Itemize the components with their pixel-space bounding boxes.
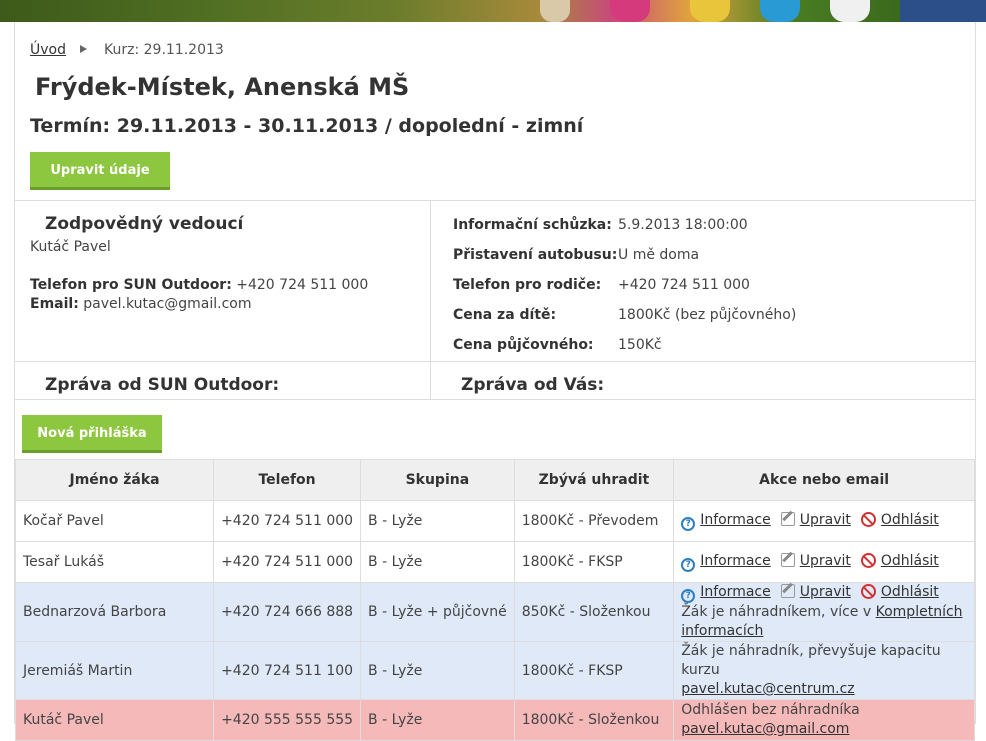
info-value: +420 724 511 000 <box>618 277 750 293</box>
info-link[interactable]: Informace <box>700 512 771 528</box>
leader-phone: +420 724 511 000 <box>236 277 369 293</box>
info-icon: ? <box>681 558 696 572</box>
student-name: Kočař Pavel <box>14 500 215 542</box>
info-icon: ? <box>681 589 696 603</box>
leader-phone-row: Telefon pro SUN Outdoor: +420 724 511 00… <box>30 277 368 293</box>
divider <box>15 200 975 201</box>
table-header-row: Jméno žáka Telefon Skupina Zbývá uhradit… <box>14 459 975 501</box>
student-due: 1800Kč - Převodem <box>513 500 675 542</box>
student-phone: +420 724 511 000 <box>213 500 362 542</box>
leader-email: pavel.kutac@gmail.com <box>83 296 252 312</box>
row-note: Odhlášen bez náhradníka <box>681 702 860 718</box>
breadcrumb-home-link[interactable]: Úvod <box>30 42 66 58</box>
row-note: Žák je náhradník, převyšuje kapacitu kur… <box>681 643 941 678</box>
cancel-icon <box>860 584 876 599</box>
breadcrumb-arrow-icon <box>80 45 87 53</box>
student-due: 1800Kč - Složenkou <box>513 699 675 741</box>
logout-link[interactable]: Odhlásit <box>881 512 939 528</box>
student-due: 1800Kč - FKSP <box>513 641 675 700</box>
student-due: 1800Kč - FKSP <box>513 541 675 583</box>
student-group: B - Lyže <box>360 699 515 741</box>
table-row: Kutáč Pavel +420 555 555 555 B - Lyže 18… <box>14 699 975 741</box>
row-actions: Žák je náhradník, převyšuje kapacitu kur… <box>673 641 975 700</box>
leader-email-label: Email: <box>30 296 79 312</box>
logout-link[interactable]: Odhlásit <box>881 553 939 569</box>
info-label: Cena půjčovného: <box>453 337 594 353</box>
message-from-sun-heading: Zpráva od SUN Outdoor: <box>45 375 280 395</box>
info-label: Informační schůzka: <box>453 217 612 233</box>
info-icon: ? <box>681 517 696 531</box>
info-value: 1800Kč (bez půjčovného) <box>618 307 797 323</box>
student-name: Tesař Lukáš <box>14 541 215 583</box>
leader-phone-label: Telefon pro SUN Outdoor: <box>30 277 232 293</box>
student-phone: +420 555 555 555 <box>213 699 362 741</box>
leader-email-row: Email: pavel.kutac@gmail.com <box>30 296 252 312</box>
info-label: Cena za dítě: <box>453 307 557 323</box>
leader-heading: Zodpovědný vedoucí <box>45 214 244 234</box>
row-note-link[interactable]: pavel.kutac@centrum.cz <box>681 681 854 697</box>
logout-link[interactable]: Odhlásit <box>881 584 939 600</box>
divider <box>15 361 975 362</box>
student-group: B - Lyže <box>360 500 515 542</box>
edit-details-button[interactable]: Upravit údaje <box>30 152 170 190</box>
student-phone: +420 724 666 888 <box>213 582 362 642</box>
info-label: Přistavení autobusu: <box>453 247 618 263</box>
row-note-link[interactable]: pavel.kutac@gmail.com <box>681 721 849 737</box>
header-banner <box>0 0 986 22</box>
divider <box>15 399 975 400</box>
edit-link[interactable]: Upravit <box>800 584 851 600</box>
info-value: U mě doma <box>618 247 700 263</box>
table-row: Bednarzová Barbora +420 724 666 888 B - … <box>14 582 975 642</box>
column-header-actions: Akce nebo email <box>673 459 975 501</box>
student-phone: +420 724 511 100 <box>213 641 362 700</box>
column-header-due: Zbývá uhradit <box>513 459 675 501</box>
row-actions: ? Informace Upravit Odhlásit Žák je náhradn… <box>673 582 975 642</box>
leader-name: Kutáč Pavel <box>30 239 111 255</box>
cancel-icon <box>860 553 876 568</box>
row-actions: Odhlášen bez náhradníka pavel.kutac@gmai… <box>673 699 975 741</box>
column-header-group: Skupina <box>360 459 515 501</box>
student-due: 850Kč - Složenkou <box>513 582 675 642</box>
edit-link[interactable]: Upravit <box>800 512 851 528</box>
student-phone: +420 724 511 000 <box>213 541 362 583</box>
row-note: Žák je náhradníkem, více v <box>681 604 872 620</box>
new-application-button[interactable]: Nová přihláška <box>22 415 162 453</box>
column-header-name: Jméno žáka <box>14 459 215 501</box>
edit-icon <box>780 512 795 526</box>
student-name: Kutáč Pavel <box>14 699 215 741</box>
page-title: Frýdek-Místek, Anenská MŠ <box>35 73 410 101</box>
info-value: 150Kč <box>618 337 662 353</box>
edit-icon <box>780 553 795 567</box>
row-actions: ? Informace Upravit Odhlásit <box>673 500 975 542</box>
column-header-phone: Telefon <box>213 459 362 501</box>
table-row: Jeremiáš Martin +420 724 511 100 B - Lyž… <box>14 641 975 700</box>
cancel-icon <box>860 512 876 527</box>
info-link[interactable]: Informace <box>700 553 771 569</box>
student-group: B - Lyže + půjčovné <box>360 582 515 642</box>
student-group: B - Lyže <box>360 641 515 700</box>
course-term: Termín: 29.11.2013 - 30.11.2013 / dopole… <box>30 115 584 137</box>
info-link[interactable]: Informace <box>700 584 771 600</box>
row-actions: ? Informace Upravit Odhlásit <box>673 541 975 583</box>
student-name: Bednarzová Barbora <box>14 582 215 642</box>
students-table: Jméno žáka Telefon Skupina Zbývá uhradit… <box>14 459 975 741</box>
info-label: Telefon pro rodiče: <box>453 277 602 293</box>
breadcrumb-current: Kurz: 29.11.2013 <box>104 42 224 58</box>
table-row: Tesař Lukáš +420 724 511 000 B - Lyže 18… <box>14 541 975 583</box>
edit-link[interactable]: Upravit <box>800 553 851 569</box>
student-name: Jeremiáš Martin <box>14 641 215 700</box>
student-group: B - Lyže <box>360 541 515 583</box>
message-from-you-heading: Zpráva od Vás: <box>461 375 605 395</box>
info-value: 5.9.2013 18:00:00 <box>618 217 748 233</box>
table-row: Kočař Pavel +420 724 511 000 B - Lyže 18… <box>14 500 975 542</box>
divider <box>430 200 431 400</box>
edit-icon <box>780 584 795 598</box>
